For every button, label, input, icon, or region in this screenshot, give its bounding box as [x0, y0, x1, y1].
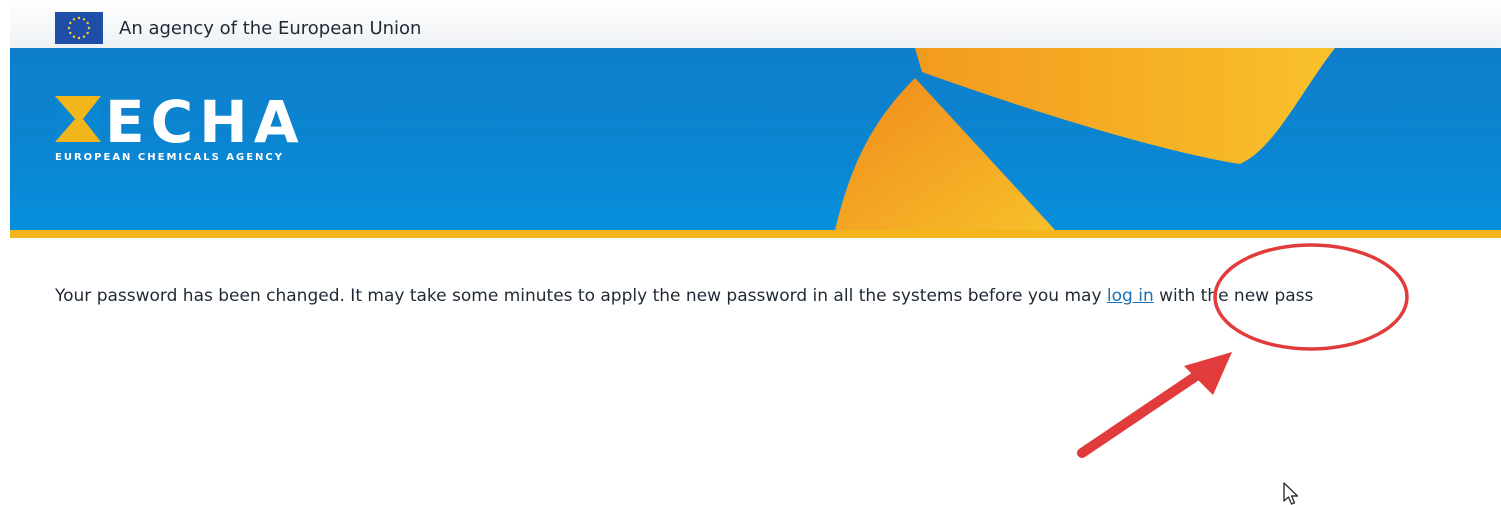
mouse-cursor-icon [1283, 482, 1299, 505]
login-link[interactable]: log in [1107, 286, 1154, 306]
eu-flag-icon [55, 12, 103, 44]
highlight-arrow-icon [1077, 352, 1232, 458]
echa-logo-subtitle: EUROPEAN CHEMICALS AGENCY [55, 152, 284, 163]
echa-logo-mark-icon [55, 96, 101, 142]
echa-logo-text: ECHA [105, 88, 305, 156]
message-text-after: with the new pass [1153, 286, 1314, 306]
password-changed-message: Your password has been changed. It may t… [55, 286, 1313, 306]
eu-agency-text: An agency of the European Union [119, 18, 422, 39]
echa-logo[interactable]: ECHA EUROPEAN CHEMICALS AGENCY [55, 92, 345, 168]
page: An agency of the European Union ECHA EUR… [0, 0, 1501, 505]
banner-accent-line [10, 230, 1501, 238]
eu-agency-bar: An agency of the European Union [10, 0, 1501, 48]
message-text-before: Your password has been changed. It may t… [55, 286, 1107, 306]
header-banner: ECHA EUROPEAN CHEMICALS AGENCY [10, 48, 1501, 230]
